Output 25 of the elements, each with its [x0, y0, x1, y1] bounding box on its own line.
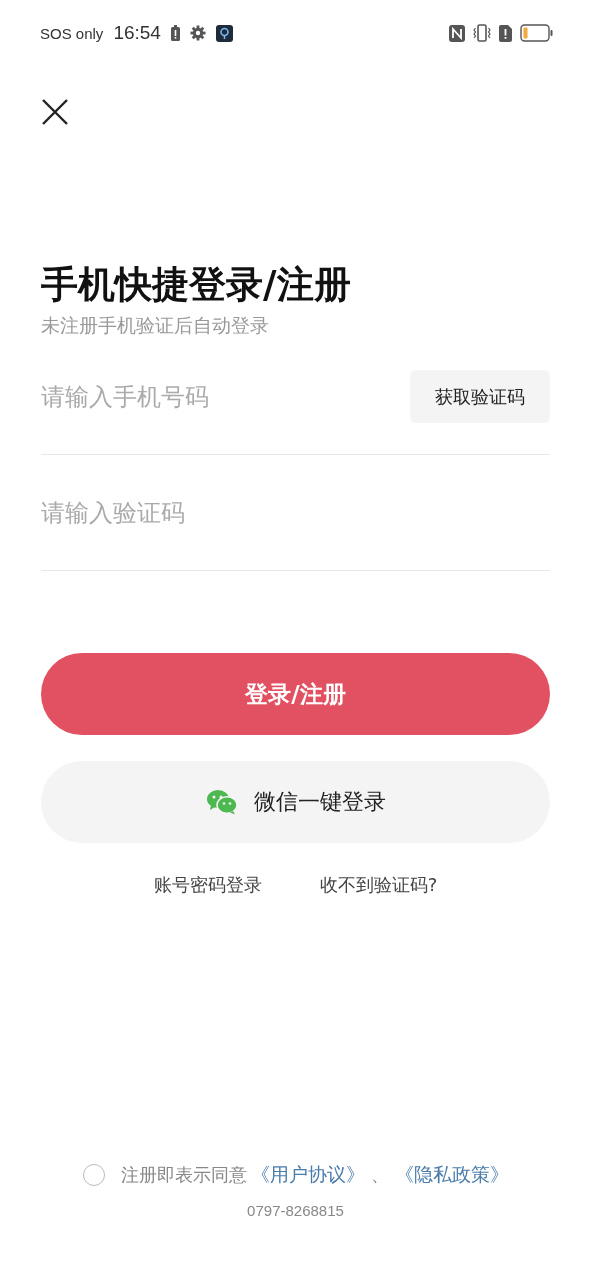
subtitle-text: 未注册手机验证后自动登录 — [41, 313, 270, 338]
location-pin-icon — [215, 24, 233, 42]
chat-bubbles-icon — [205, 789, 238, 815]
battery-alert-icon — [170, 25, 180, 41]
login-button[interactable]: 登录/注册 — [41, 653, 550, 735]
carrier-text: SOS only — [40, 24, 104, 42]
settings-icon — [189, 25, 206, 41]
get-code-button[interactable]: 获取验证码 — [410, 370, 550, 423]
text-link[interactable]: 收不到验证码? — [319, 873, 438, 897]
phone-number-text: 0797-8268815 — [247, 1202, 344, 1219]
policy-link[interactable]: 《隐私政策》 — [394, 1162, 509, 1188]
policy-link[interactable]: 《用户协议》 — [250, 1162, 365, 1188]
separator-text: 、 — [370, 1163, 389, 1187]
sim-alert-icon — [499, 24, 512, 42]
battery-icon — [520, 24, 553, 42]
nfc-icon — [449, 24, 465, 42]
phone-input-field[interactable]: 请输入手机号码 — [41, 382, 410, 411]
text-link[interactable]: 账号密码登录 — [153, 873, 262, 897]
clock-text: 16:54 — [113, 22, 161, 44]
close-icon[interactable] — [41, 98, 69, 126]
agreement-text: 注册即表示同意 — [120, 1163, 247, 1187]
page-title: 手机快捷登录/注册 — [41, 262, 352, 308]
code-input-field[interactable]: 请输入验证码 — [41, 498, 550, 527]
wechat-login-button[interactable]: 微信一键登录 — [41, 761, 550, 843]
vibrate-icon — [473, 24, 491, 42]
